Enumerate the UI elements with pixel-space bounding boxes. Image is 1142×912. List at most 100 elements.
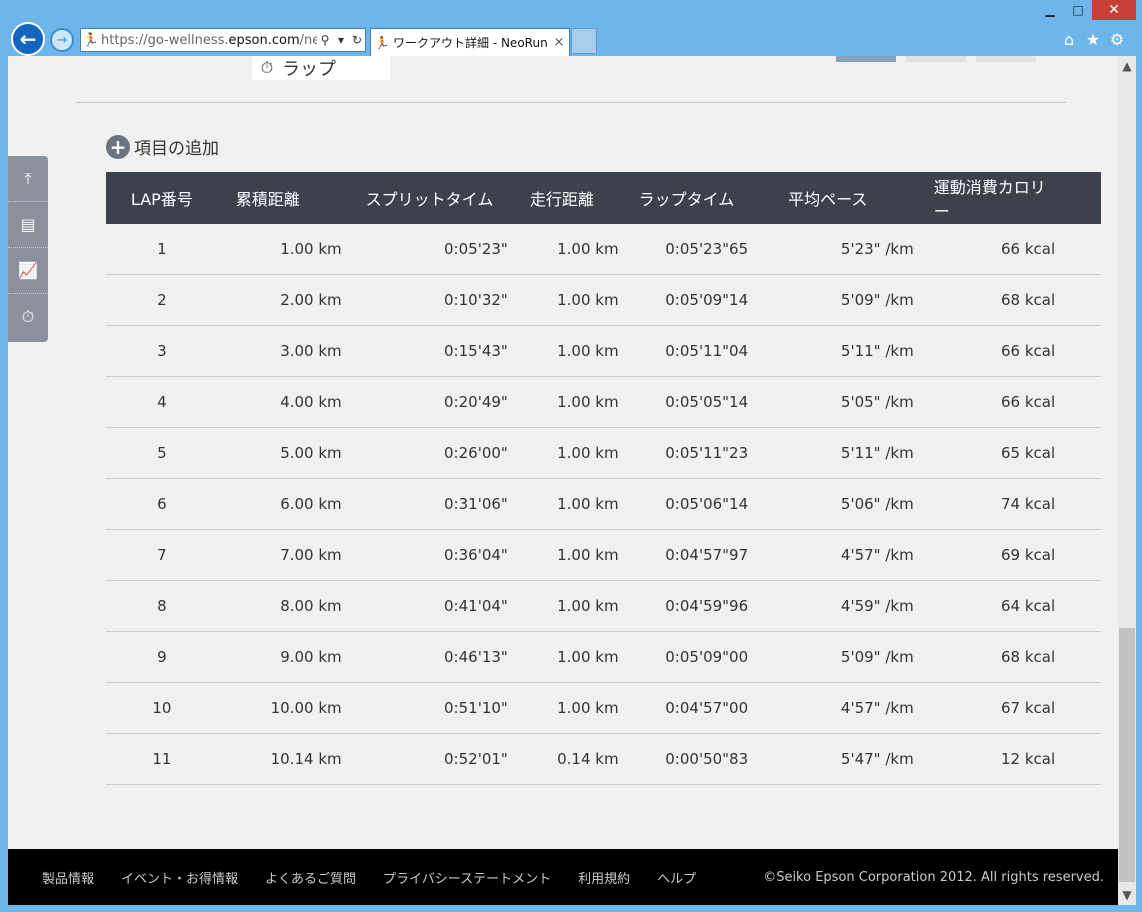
cell-lap-time: 0:04'59"96: [618, 580, 749, 632]
back-arrow-icon: ←: [19, 27, 37, 51]
cell-spacer: [1055, 631, 1101, 683]
window-frame: [0, 905, 1142, 912]
cell-calories: 64 kcal: [913, 580, 1056, 632]
minimize-button[interactable]: ▁: [1040, 0, 1060, 20]
header-split-time: スプリットタイム: [341, 172, 508, 224]
cell-split-time: 0:41'04": [341, 580, 508, 632]
cell-avg-pace: 5'05" /km: [748, 376, 914, 428]
lap-table: LAP番号 累積距離 スプリットタイム 走行距離 ラップタイム 平均ペース 運動…: [106, 172, 1101, 785]
url-domain: epson.com: [228, 32, 300, 48]
lap-section-label: ⏱ ラップ: [252, 56, 390, 80]
site-favicon-icon: 🏃: [82, 32, 100, 48]
new-tab-button[interactable]: [571, 28, 597, 54]
cell-split-time: 0:20'49": [341, 376, 508, 428]
scroll-top-icon[interactable]: ⤒: [8, 156, 48, 202]
tab-close-icon[interactable]: ×: [549, 35, 569, 50]
cell-lap-time: 0:05'11"23: [618, 427, 749, 479]
favorites-star-icon[interactable]: ★: [1082, 30, 1104, 50]
cell-lap-number: 8: [106, 580, 218, 632]
scroll-thumb[interactable]: [1119, 628, 1135, 882]
cell-calories: 66 kcal: [913, 376, 1056, 428]
cell-cumulative-distance: 4.00 km: [217, 376, 342, 428]
cell-distance: 1.00 km: [507, 376, 619, 428]
cell-cumulative-distance: 8.00 km: [217, 580, 342, 632]
header-lap-number: LAP番号: [106, 172, 218, 224]
footer-link[interactable]: プライバシーステートメント: [383, 868, 551, 887]
header-distance: 走行距離: [507, 172, 619, 224]
cell-cumulative-distance: 5.00 km: [217, 427, 342, 479]
cell-distance: 1.00 km: [507, 427, 619, 479]
header-spacer: [1055, 172, 1101, 224]
cell-avg-pace: 5'11" /km: [748, 427, 914, 479]
cell-split-time: 0:15'43": [341, 325, 508, 377]
cell-avg-pace: 5'23" /km: [748, 224, 914, 275]
document-icon[interactable]: ▤: [8, 202, 48, 248]
cell-cumulative-distance: 1.00 km: [217, 224, 342, 275]
view-toggle-3[interactable]: [976, 56, 1036, 62]
url-text[interactable]: https://go-wellness.epson.com/neo: [101, 33, 317, 48]
cell-lap-time: 0:05'09"14: [618, 274, 749, 326]
cell-lap-number: 4: [106, 376, 218, 428]
home-icon[interactable]: ⌂: [1058, 30, 1080, 50]
cell-split-time: 0:46'13": [341, 631, 508, 683]
browser-chrome: ▁ □ ✕ ← → 🏃 https://go-wellness.epson.co…: [0, 0, 1142, 56]
footer: 製品情報 イベント・お得情報 よくあるご質問 プライバシーステートメント 利用規約 ヘルプ…: [8, 849, 1118, 905]
address-bar[interactable]: 🏃 https://go-wellness.epson.com/neo ⚲ ▾ …: [80, 28, 366, 52]
cell-lap-number: 10: [106, 682, 218, 734]
scroll-up-icon[interactable]: ▲: [1118, 56, 1136, 76]
cell-avg-pace: 4'57" /km: [748, 682, 914, 734]
add-item-button[interactable]: + 項目の追加: [106, 134, 219, 159]
footer-link[interactable]: 製品情報: [42, 868, 94, 887]
table-row: 9 9.00 km 0:46'13" 1.00 km 0:05'09"00 5'09" /…: [106, 631, 1101, 683]
footer-link[interactable]: ヘルプ: [657, 868, 696, 887]
chart-line-icon[interactable]: 📈: [8, 248, 48, 294]
cell-distance: 1.00 km: [507, 580, 619, 632]
cell-spacer: [1055, 325, 1101, 377]
cell-spacer: [1055, 580, 1101, 632]
tab-workout-detail[interactable]: 🏃 ワークアウト詳細 - NeoRun ×: [370, 28, 570, 56]
scroll-down-icon[interactable]: ▼: [1118, 885, 1136, 905]
cell-calories: 68 kcal: [913, 631, 1056, 683]
table-row: 5 5.00 km 0:26'00" 1.00 km 0:05'11"23 5'11" /…: [106, 427, 1101, 479]
cell-spacer: [1055, 682, 1101, 734]
forward-arrow-icon: →: [56, 32, 68, 48]
refresh-icon[interactable]: ↻: [349, 33, 365, 47]
cell-lap-number: 11: [106, 733, 218, 785]
search-icon[interactable]: ⚲: [317, 33, 333, 47]
cell-calories: 74 kcal: [913, 478, 1056, 530]
back-button[interactable]: ←: [11, 22, 45, 56]
window-close-button[interactable]: ✕: [1092, 0, 1136, 20]
cell-cumulative-distance: 3.00 km: [217, 325, 342, 377]
cell-avg-pace: 4'59" /km: [748, 580, 914, 632]
footer-link[interactable]: よくあるご質問: [265, 868, 356, 887]
stopwatch-nav-icon[interactable]: ⏱: [8, 294, 48, 340]
vertical-scrollbar[interactable]: ▲ ▼: [1118, 56, 1136, 905]
cell-spacer: [1055, 274, 1101, 326]
settings-gear-icon[interactable]: ⚙: [1106, 30, 1128, 50]
forward-button[interactable]: →: [50, 28, 74, 52]
cell-lap-time: 0:04'57"97: [618, 529, 749, 581]
cell-avg-pace: 5'11" /km: [748, 325, 914, 377]
table-row: 8 8.00 km 0:41'04" 1.00 km 0:04'59"96 4'59" /…: [106, 580, 1101, 632]
divider: [76, 102, 1066, 103]
footer-link[interactable]: 利用規約: [578, 868, 630, 887]
cell-spacer: [1055, 427, 1101, 479]
cell-spacer: [1055, 376, 1101, 428]
plus-circle-icon: +: [106, 134, 130, 159]
maximize-button[interactable]: □: [1068, 0, 1088, 20]
cell-lap-time: 0:05'11"04: [618, 325, 749, 377]
cell-lap-number: 1: [106, 224, 218, 275]
cell-calories: 66 kcal: [913, 325, 1056, 377]
view-toggle-1[interactable]: [836, 56, 896, 62]
cell-distance: 1.00 km: [507, 274, 619, 326]
cell-cumulative-distance: 10.00 km: [217, 682, 342, 734]
dropdown-icon[interactable]: ▾: [333, 33, 349, 47]
table-row: 3 3.00 km 0:15'43" 1.00 km 0:05'11"04 5'11" /…: [106, 325, 1101, 377]
cell-split-time: 0:26'00": [341, 427, 508, 479]
table-header-row: LAP番号 累積距離 スプリットタイム 走行距離 ラップタイム 平均ペース 運動…: [106, 172, 1101, 224]
view-toggle-2[interactable]: [906, 56, 966, 62]
footer-link[interactable]: イベント・お得情報: [121, 868, 238, 887]
stopwatch-icon: ⏱: [260, 58, 274, 77]
cell-split-time: 0:10'32": [341, 274, 508, 326]
add-item-label: 項目の追加: [134, 139, 219, 159]
